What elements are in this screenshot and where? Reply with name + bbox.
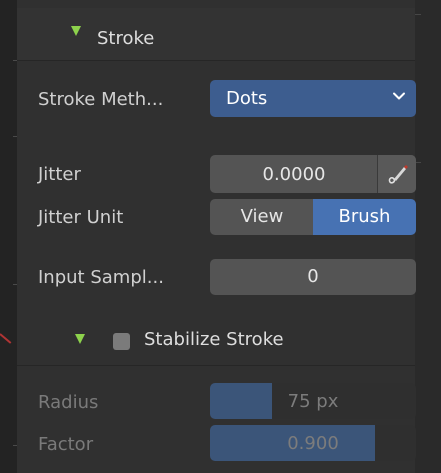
expand-triangle-icon[interactable] <box>71 26 81 36</box>
jitter-unit-label: Jitter Unit <box>38 207 124 228</box>
pen-pressure-icon <box>388 165 408 184</box>
jitter-unit-view-option[interactable]: View <box>210 199 314 235</box>
input-samples-field[interactable]: 0 <box>210 259 416 295</box>
left-editor-edge <box>0 0 17 473</box>
stroke-method-value: Dots <box>226 88 268 109</box>
stroke-panel: Stroke Stroke Meth... Dots Jitter 0.0000… <box>17 0 416 473</box>
stroke-panel-header[interactable] <box>17 8 415 61</box>
factor-value: 0.900 <box>287 433 339 454</box>
stroke-method-dropdown[interactable]: Dots <box>210 80 416 117</box>
radius-slider[interactable]: 75 px <box>210 383 416 419</box>
stabilize-stroke-label: Stabilize Stroke <box>144 329 284 350</box>
expand-triangle-icon[interactable] <box>75 334 85 344</box>
jitter-value: 0.0000 <box>262 164 326 185</box>
stroke-panel-title: Stroke <box>97 28 155 49</box>
chevron-down-icon <box>393 92 405 100</box>
jitter-label: Jitter <box>38 164 81 185</box>
radius-value: 75 px <box>287 391 339 412</box>
factor-slider[interactable]: 0.900 <box>210 425 416 461</box>
input-samples-label: Input Sampl... <box>38 267 164 288</box>
pressure-pen-button[interactable] <box>377 155 416 193</box>
jitter-unit-brush-option[interactable]: Brush <box>313 199 416 235</box>
right-scroll-edge[interactable] <box>415 0 441 473</box>
jitter-field[interactable]: 0.0000 <box>210 155 416 193</box>
stabilize-stroke-checkbox[interactable] <box>113 333 130 350</box>
edge-tick <box>415 14 421 15</box>
stroke-method-label: Stroke Meth... <box>38 89 164 110</box>
radius-label: Radius <box>38 392 99 413</box>
factor-label: Factor <box>38 434 94 455</box>
